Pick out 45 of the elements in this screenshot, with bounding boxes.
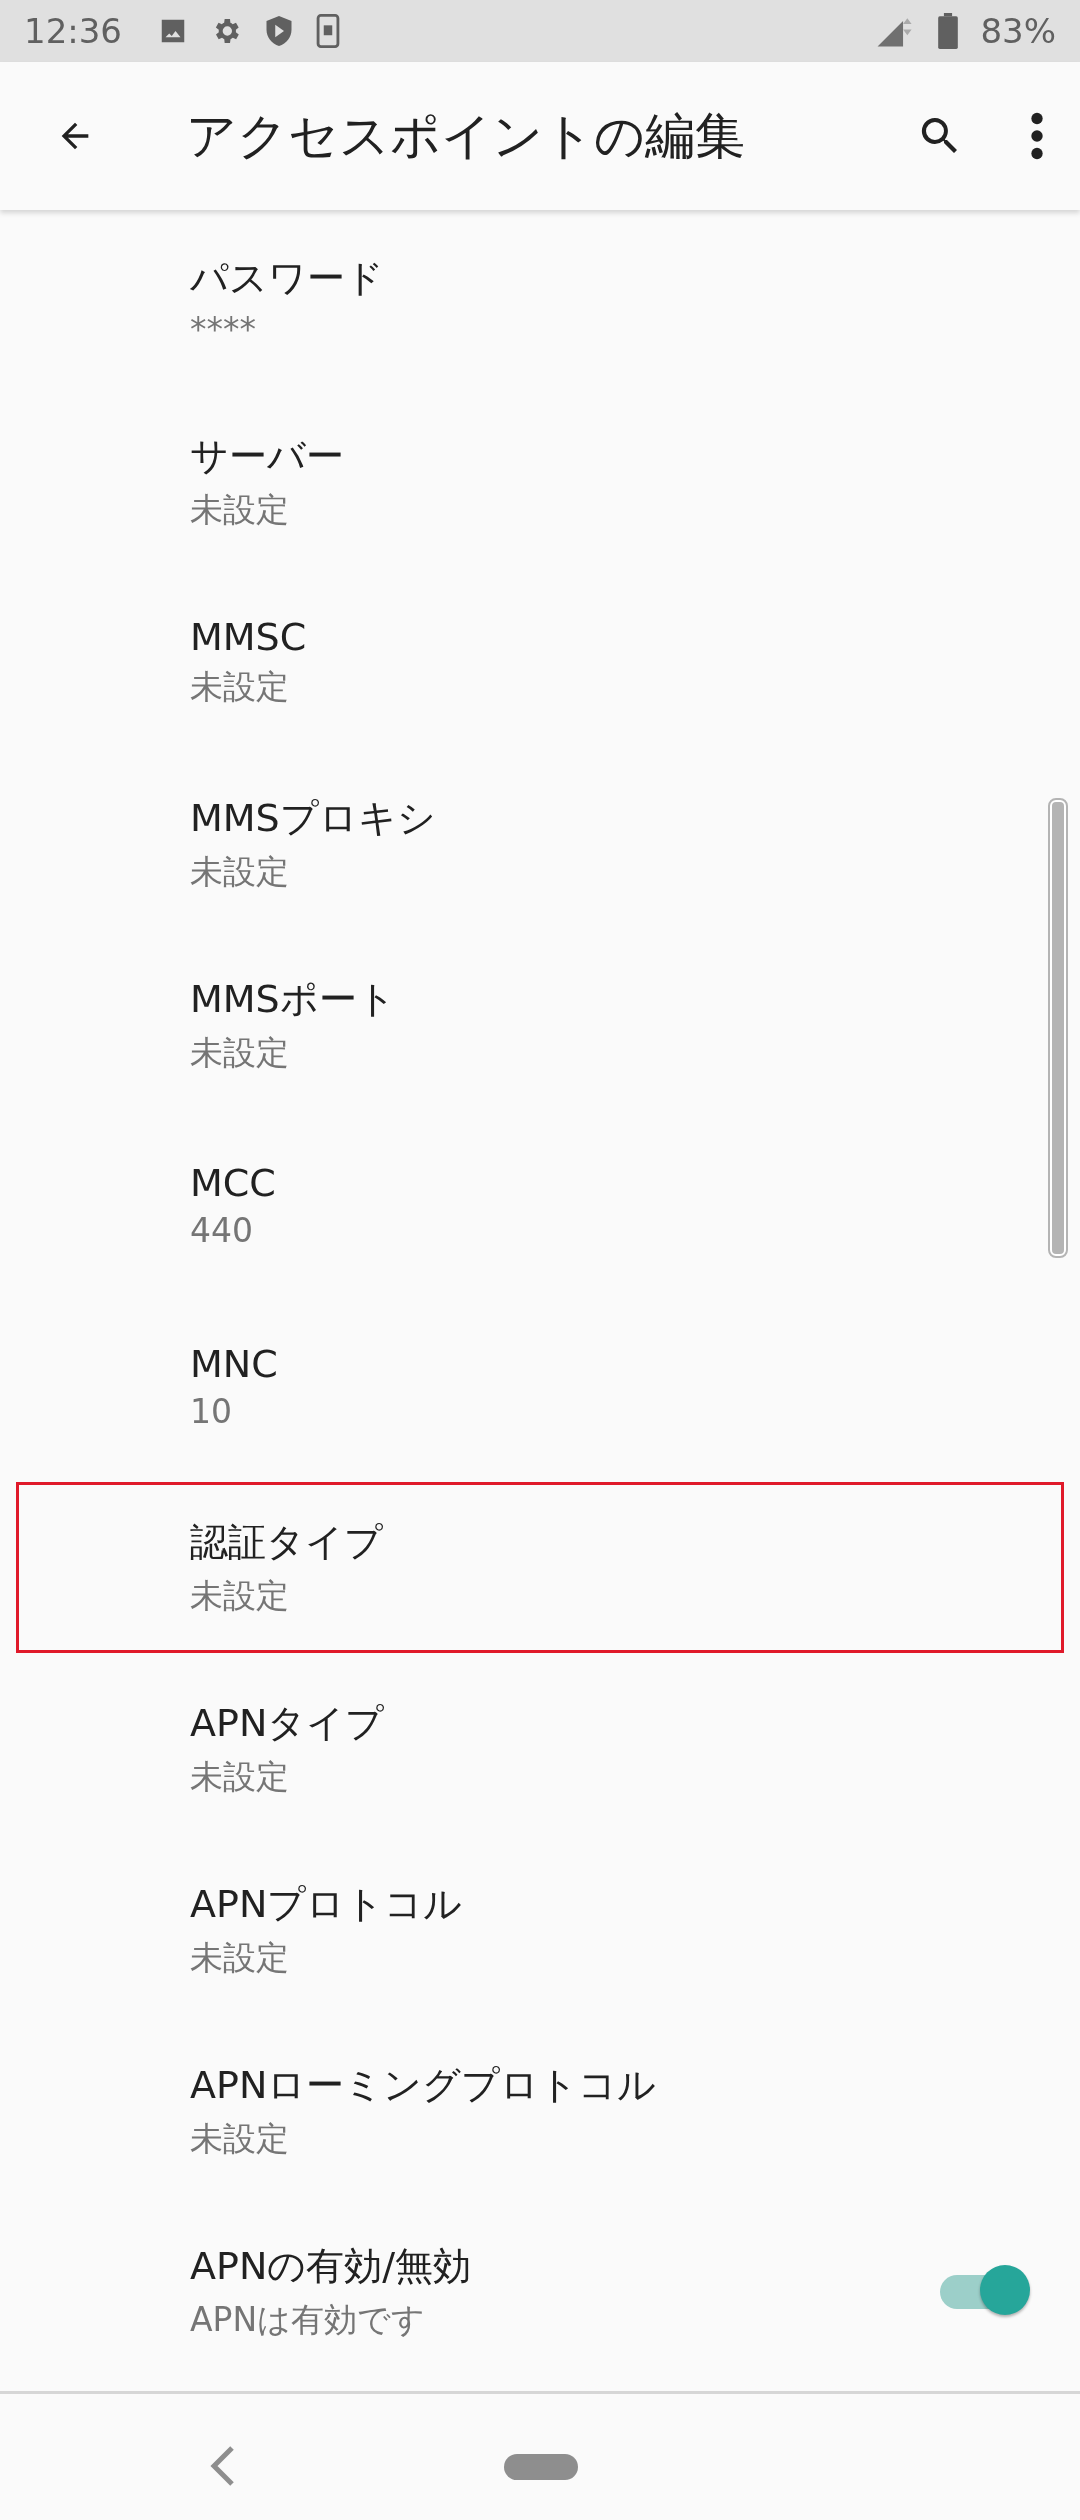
setting-item[interactable]: APNの有効/無効 APNは有効です: [0, 2201, 1080, 2382]
setting-title: APNの有効/無効: [190, 2242, 473, 2290]
shield-icon: [264, 14, 294, 48]
setting-value: 未設定: [190, 1755, 290, 1798]
setting-value: 未設定: [190, 666, 290, 708]
setting-title: MCC: [190, 1161, 277, 1205]
setting-title: パスワード: [190, 254, 385, 302]
setting-item[interactable]: APNタイプ 未設定: [0, 1658, 1080, 1839]
setting-item[interactable]: MMSプロキシ 未設定: [0, 753, 1080, 934]
screen-title: アクセスポイントの編集: [186, 105, 746, 167]
setting-item[interactable]: MCC 440: [0, 1115, 1080, 1296]
setting-item[interactable]: MNC 10: [0, 1296, 1080, 1477]
setting-item[interactable]: APNプロトコル 未設定: [0, 1839, 1080, 2020]
setting-item[interactable]: 認証タイプ 未設定: [11, 1477, 1069, 1658]
setting-item[interactable]: パスワード ****: [0, 210, 1080, 391]
setting-item[interactable]: MMSポート 未設定: [0, 934, 1080, 1115]
setting-value: 未設定: [190, 1031, 290, 1074]
setting-value: 未設定: [190, 1936, 290, 1979]
setting-item[interactable]: APNローミングプロトコル 未設定: [0, 2020, 1080, 2201]
battery-icon: [938, 13, 959, 49]
battery-percent: 83%: [980, 11, 1056, 51]
setting-title: APNローミングプロトコル: [190, 2061, 658, 2109]
setting-title: サーバー: [190, 432, 345, 480]
setting-value: 未設定: [190, 850, 290, 893]
setting-title: MMSポート: [190, 975, 397, 1023]
setting-value: 未設定: [190, 488, 290, 531]
setting-title: 認証タイプ: [190, 1518, 384, 1566]
status-time: 12:36: [24, 11, 122, 51]
more-icon: [1030, 112, 1044, 160]
setting-title: MMSC: [190, 615, 308, 659]
setting-value: 10: [190, 1392, 233, 1431]
home-handle[interactable]: [504, 2454, 578, 2480]
setting-title: APNプロトコル: [190, 1880, 464, 1928]
setting-value: APNは有効です: [190, 2298, 427, 2341]
setting-title: MMSプロキシ: [190, 794, 437, 842]
back-nav-icon[interactable]: [210, 2446, 236, 2486]
setting-value: 440: [190, 1211, 254, 1250]
setting-title: MNC: [190, 1342, 279, 1386]
setting-value: 未設定: [190, 1574, 290, 1617]
setting-title: APNタイプ: [190, 1699, 386, 1747]
setting-value: 未設定: [190, 2117, 290, 2160]
phone-icon: [316, 14, 340, 48]
setting-item[interactable]: サーバー 未設定: [0, 391, 1080, 572]
setting-item[interactable]: MMSC 未設定: [0, 572, 1080, 753]
setting-value: ****: [190, 309, 257, 349]
